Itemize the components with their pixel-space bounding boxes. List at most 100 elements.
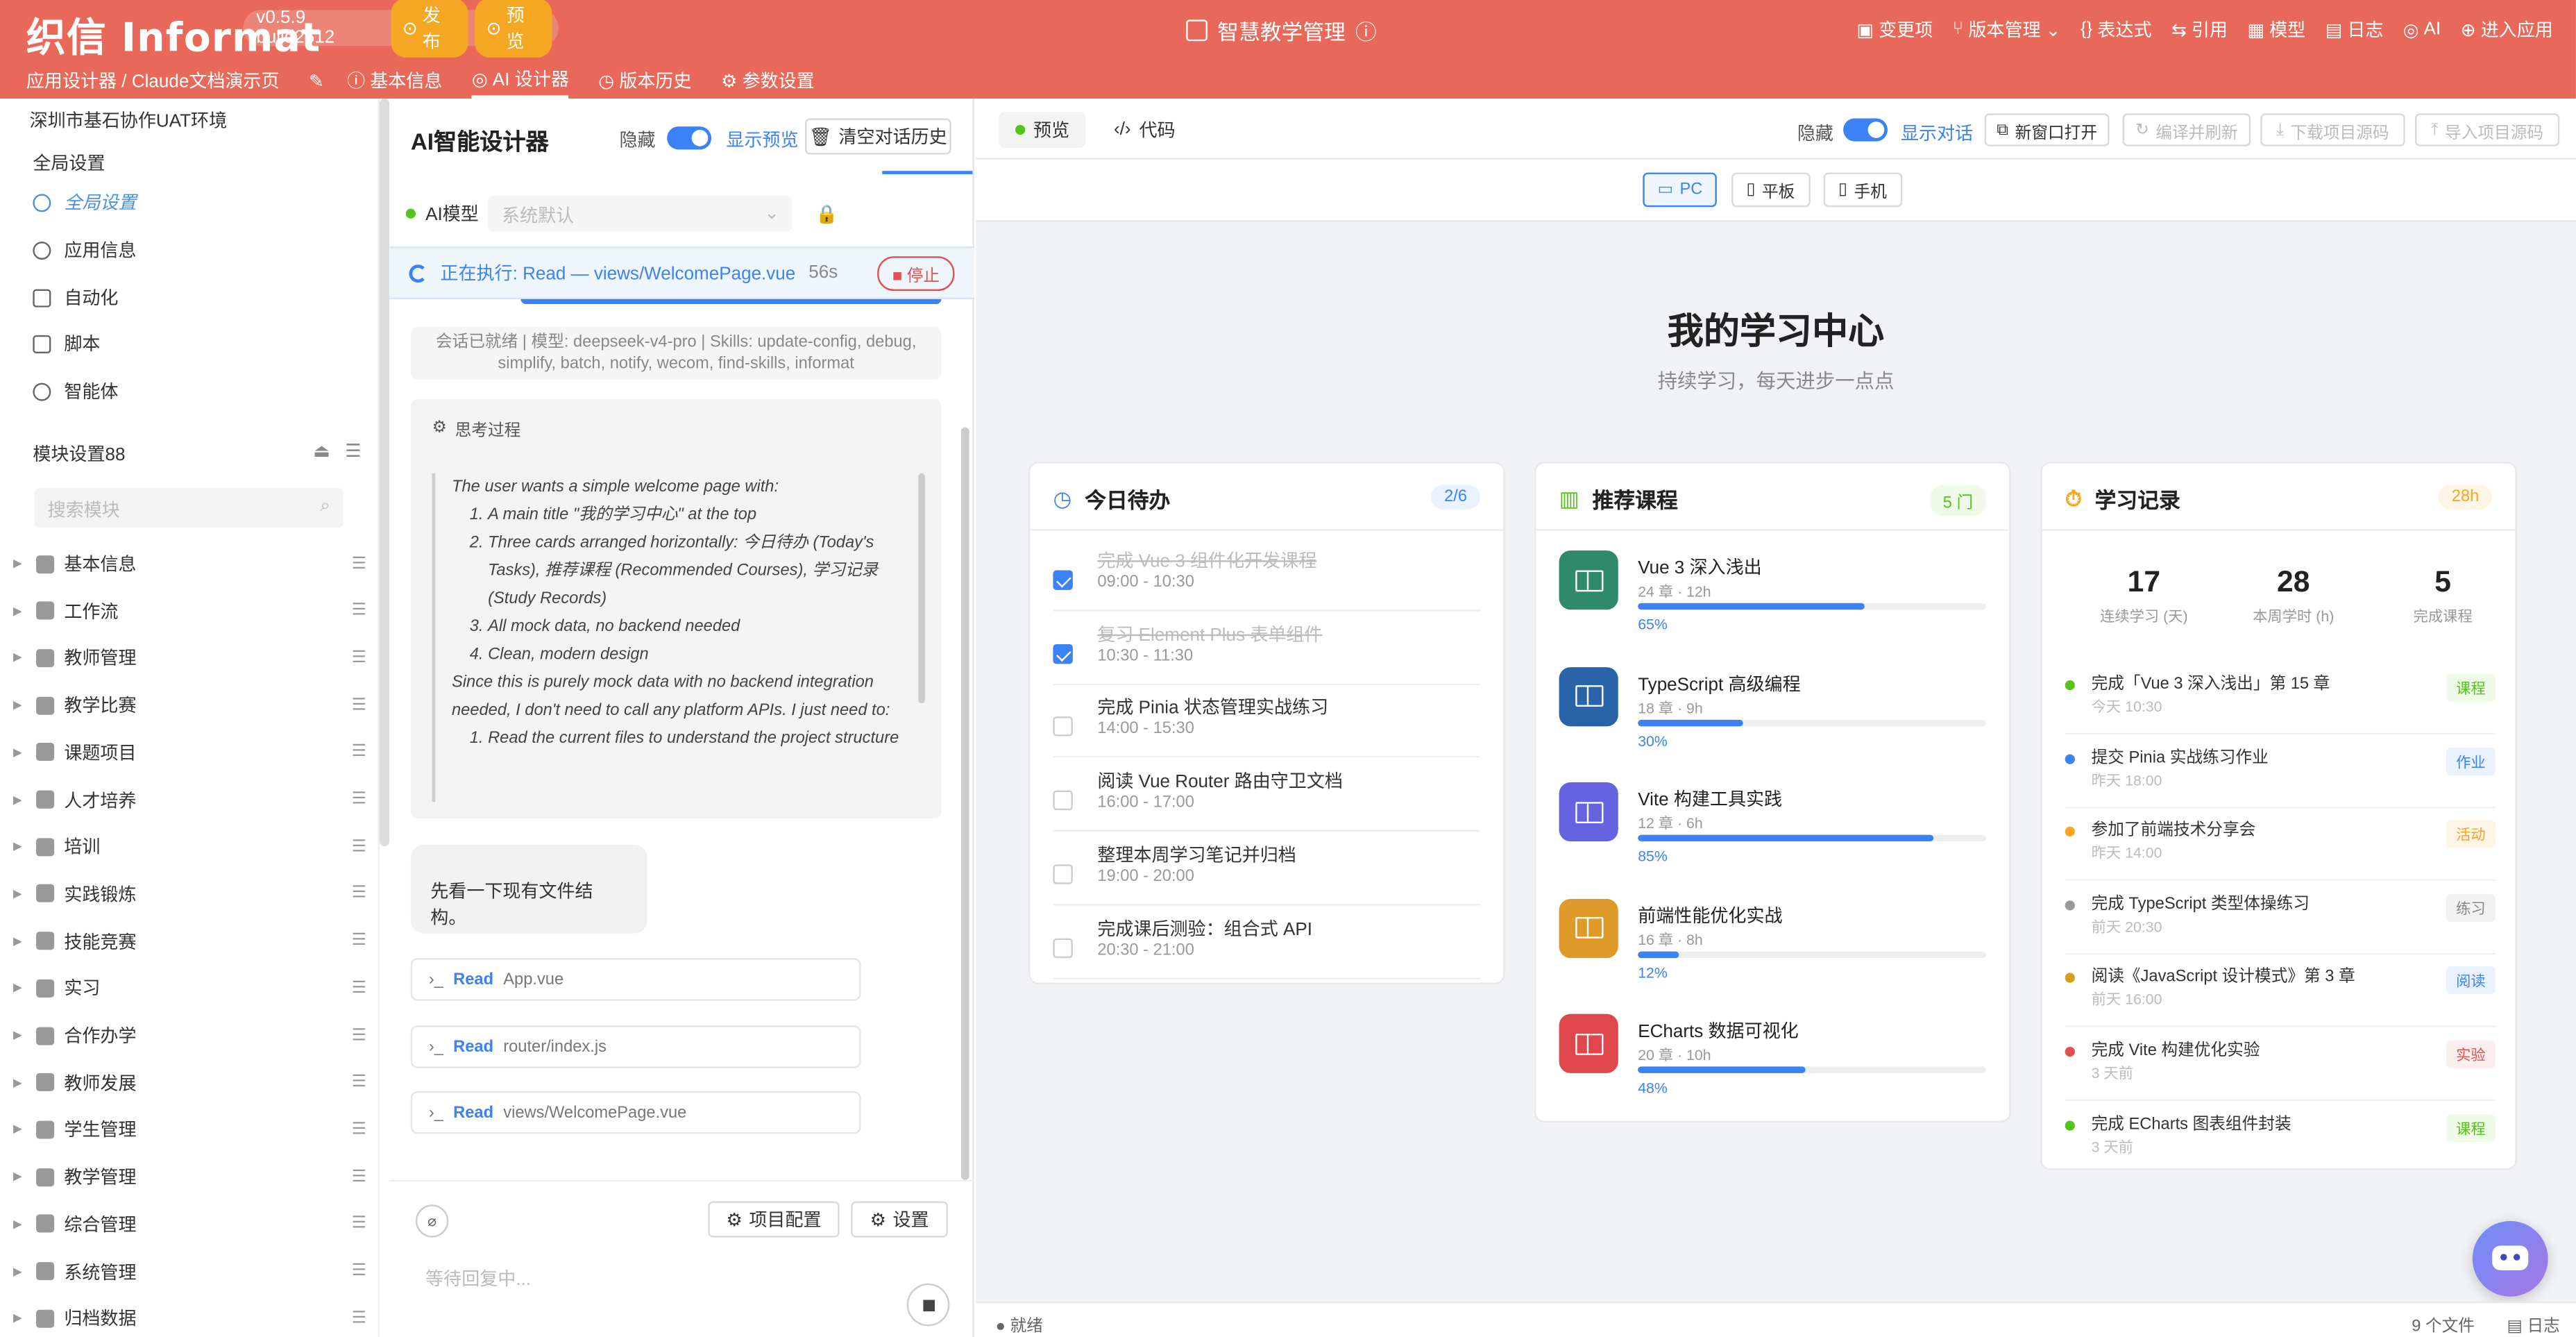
log-link[interactable]: ▤ 日志 bbox=[2507, 1311, 2559, 1336]
module-options-icon[interactable]: ☰ bbox=[352, 555, 366, 573]
module-item-skill-contest[interactable]: ▶ 技能竞赛 ☰ bbox=[13, 925, 366, 957]
module-item-teacher-mgmt[interactable]: ▶ 教师管理 ☰ bbox=[13, 641, 366, 674]
tab-param-settings[interactable]: ⚙ 参数设置 bbox=[721, 64, 815, 96]
thinking-header[interactable]: ⚙ 思考过程 bbox=[432, 416, 521, 441]
nav-logs[interactable]: ▤ 日志 bbox=[2325, 17, 2384, 43]
sidebar-scrollbar[interactable] bbox=[379, 99, 390, 847]
compile-refresh-button[interactable]: ↻ 编译并刷新 bbox=[2122, 113, 2251, 146]
module-options-icon[interactable]: ☰ bbox=[352, 743, 366, 762]
tab-version-history[interactable]: ◷ 版本历史 bbox=[598, 64, 691, 96]
thinking-scrollbar[interactable] bbox=[918, 473, 925, 704]
sidebar-item-global-settings[interactable]: 全局设置 bbox=[33, 186, 136, 219]
todo-item[interactable]: 完成 Pinia 状态管理实战练习 14:00 - 15:30 bbox=[1053, 684, 1480, 759]
nav-enter-app[interactable]: ⊕ 进入应用 bbox=[2461, 17, 2553, 43]
preview-toggle[interactable] bbox=[667, 126, 712, 150]
todo-checkbox[interactable] bbox=[1053, 864, 1073, 884]
module-options-icon[interactable]: ☰ bbox=[352, 838, 366, 856]
caret-right-icon[interactable]: ▶ bbox=[13, 982, 26, 995]
module-options-icon[interactable]: ☰ bbox=[352, 1073, 366, 1091]
tab-preview[interactable]: 预览 bbox=[999, 111, 1086, 149]
caret-right-icon[interactable]: ▶ bbox=[13, 840, 26, 854]
module-options-icon[interactable]: ☰ bbox=[352, 1026, 366, 1044]
module-item-talent-training[interactable]: ▶ 人才培养 ☰ bbox=[13, 783, 366, 816]
record-item[interactable]: 阅读《JavaScript 设计模式》第 3 章前天 16:00 阅读 bbox=[2065, 954, 2496, 1028]
module-options-icon[interactable]: ☰ bbox=[352, 932, 366, 950]
record-item[interactable]: 参加了前端技术分享会 昨天 14:00 活动 bbox=[2065, 807, 2496, 882]
chat-toggle[interactable] bbox=[1843, 118, 1888, 142]
attach-icon[interactable]: ⌀ bbox=[415, 1204, 449, 1238]
module-item-workflow[interactable]: ▶ 工作流 ☰ bbox=[13, 594, 366, 627]
tab-basic-info[interactable]: ⓘ 基本信息 bbox=[347, 64, 442, 96]
caret-right-icon[interactable]: ▶ bbox=[13, 1076, 26, 1089]
module-item-cooperation[interactable]: ▶ 合作办学 ☰ bbox=[13, 1019, 366, 1052]
stop-execution-button[interactable]: ■ 停止 bbox=[877, 255, 955, 290]
caret-right-icon[interactable]: ▶ bbox=[13, 557, 26, 571]
collapse-icon[interactable]: ⏏ bbox=[313, 442, 330, 462]
lock-icon[interactable]: 🔒 bbox=[815, 203, 838, 224]
caret-right-icon[interactable]: ▶ bbox=[13, 1218, 26, 1231]
module-item-basic-info[interactable]: ▶ 基本信息 ☰ bbox=[13, 547, 366, 580]
module-options-icon[interactable]: ☰ bbox=[352, 1215, 366, 1233]
import-source-button[interactable]: ⤒ 导入项目源码 bbox=[2414, 113, 2560, 146]
caret-right-icon[interactable]: ▶ bbox=[13, 698, 26, 712]
todo-checkbox[interactable] bbox=[1053, 937, 1073, 957]
caret-right-icon[interactable]: ▶ bbox=[13, 1123, 26, 1136]
device-pc-button[interactable]: ▭ PC bbox=[1643, 172, 1718, 208]
module-item-practice[interactable]: ▶ 实践锻炼 ☰ bbox=[13, 877, 366, 910]
tool-call-item[interactable]: ›_ Read router/index.js bbox=[410, 1025, 861, 1068]
record-item[interactable]: 完成 ECharts 图表组件封装 3 天前 课程 bbox=[2065, 1100, 2496, 1175]
device-tablet-button[interactable]: ▯ 平板 bbox=[1731, 172, 1810, 208]
caret-right-icon[interactable]: ▶ bbox=[13, 1265, 26, 1278]
module-search-input[interactable]: 搜索模块 ⌕ bbox=[34, 488, 344, 528]
breadcrumb[interactable]: 应用设计器 / Claude文档演示页 bbox=[26, 67, 280, 94]
record-item[interactable]: 提交 Pinia 实战练习作业 昨天 18:00 作业 bbox=[2065, 734, 2496, 808]
ai-assistant-bot-icon[interactable] bbox=[2472, 1220, 2548, 1297]
todo-checkbox[interactable] bbox=[1053, 717, 1073, 737]
show-chat-link[interactable]: 显示对话 bbox=[1901, 120, 1973, 146]
todo-item[interactable]: 整理本周学习笔记并归档 19:00 - 20:00 bbox=[1053, 831, 1480, 905]
course-item[interactable]: Vue 3 深入浅出 24 章 · 12h 65% bbox=[1559, 550, 1990, 653]
module-item-system-mgmt[interactable]: ▶ 系统管理 ☰ bbox=[13, 1254, 366, 1287]
stop-generation-button[interactable] bbox=[906, 1283, 950, 1327]
module-options-icon[interactable]: ☰ bbox=[352, 1120, 366, 1138]
module-options-icon[interactable]: ☰ bbox=[352, 649, 366, 667]
open-new-window-button[interactable]: ⧉ 新窗口打开 bbox=[1984, 113, 2110, 146]
caret-right-icon[interactable]: ▶ bbox=[13, 793, 26, 807]
tool-call-item[interactable]: ›_ Read views/WelcomePage.vue bbox=[410, 1091, 861, 1134]
tab-ai-designer[interactable]: ◎ AI 设计器 bbox=[472, 62, 569, 99]
sidebar-item-agent[interactable]: 智能体 bbox=[33, 375, 118, 407]
todo-item[interactable]: 复习 Element Plus 表单组件 10:30 - 11:30 bbox=[1053, 611, 1480, 685]
record-item[interactable]: 完成「Vue 3 深入浅出」第 15 章今天 10:30 课程 bbox=[2065, 661, 2496, 735]
module-options-icon[interactable]: ☰ bbox=[352, 602, 366, 620]
caret-right-icon[interactable]: ▶ bbox=[13, 1170, 26, 1184]
nav-expressions[interactable]: {} 表达式 bbox=[2081, 17, 2152, 43]
module-item-archive-data[interactable]: ▶ 归档数据 ☰ bbox=[13, 1302, 366, 1334]
todo-checkbox[interactable] bbox=[1053, 644, 1073, 664]
todo-item[interactable]: 完成 Vue 3 组件化开发课程 09:00 - 10:30 bbox=[1053, 537, 1480, 612]
sidebar-item-app-info[interactable]: 应用信息 bbox=[33, 233, 136, 266]
module-item-general-mgmt[interactable]: ▶ 综合管理 ☰ bbox=[13, 1207, 366, 1240]
caret-right-icon[interactable]: ▶ bbox=[13, 1312, 26, 1325]
caret-right-icon[interactable]: ▶ bbox=[13, 651, 26, 665]
caret-right-icon[interactable]: ▶ bbox=[13, 1029, 26, 1042]
record-item[interactable]: 完成 Vite 构建优化实验 3 天前 实验 bbox=[2065, 1027, 2496, 1102]
sidebar-item-script[interactable]: 脚本 bbox=[33, 327, 100, 360]
module-item-training[interactable]: ▶ 培训 ☰ bbox=[13, 830, 366, 863]
todo-checkbox[interactable] bbox=[1053, 570, 1073, 590]
module-item-teacher-development[interactable]: ▶ 教师发展 ☰ bbox=[13, 1066, 366, 1099]
caret-right-icon[interactable]: ▶ bbox=[13, 746, 26, 759]
todo-item[interactable]: 完成课后测验：组合式 API 20:30 - 21:00 bbox=[1053, 905, 1480, 979]
settings-button[interactable]: ⚙ 设置 bbox=[851, 1201, 948, 1238]
module-item-teaching-mgmt[interactable]: ▶ 教学管理 ☰ bbox=[13, 1161, 366, 1193]
model-select[interactable]: 系统默认 ⌄ bbox=[489, 195, 793, 232]
chat-input[interactable]: 等待回复中... bbox=[425, 1265, 531, 1292]
publish-button[interactable]: ⊙ 发布 bbox=[391, 0, 468, 58]
module-options-icon[interactable]: ☰ bbox=[352, 885, 366, 903]
help-icon[interactable]: ⓘ bbox=[1355, 15, 1377, 46]
module-options-icon[interactable]: ☰ bbox=[352, 1309, 366, 1327]
module-options-icon[interactable]: ☰ bbox=[352, 1168, 366, 1186]
preview-button[interactable]: ⊙ 预览 bbox=[475, 0, 552, 58]
nav-ai[interactable]: ◎ AI bbox=[2403, 17, 2441, 43]
download-source-button[interactable]: ⤓ 下载项目源码 bbox=[2260, 113, 2405, 146]
tool-call-item[interactable]: ›_ Read App.vue bbox=[410, 958, 861, 1001]
